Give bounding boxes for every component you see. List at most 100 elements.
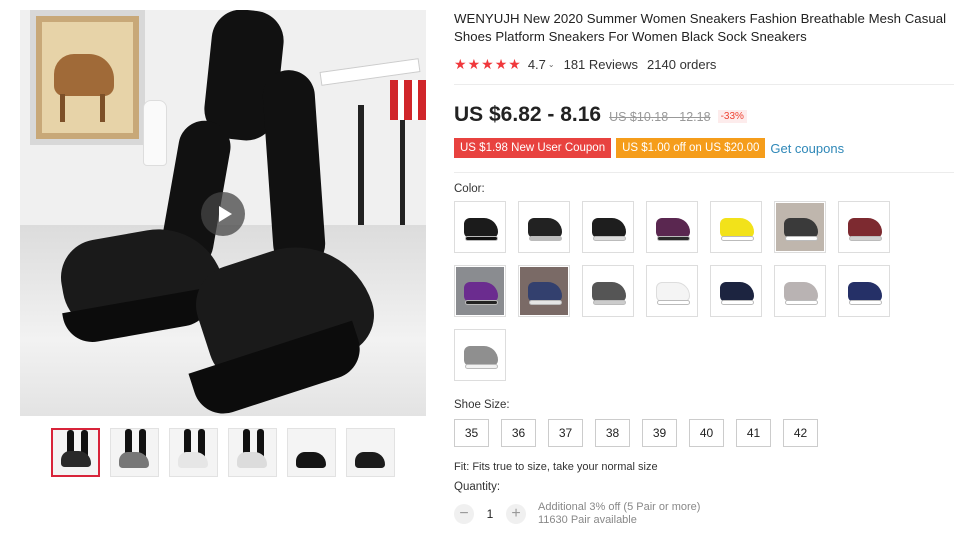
color-swatch-photo-gray[interactable] bbox=[774, 201, 826, 253]
bulk-offer: Additional 3% off (5 Pair or more) bbox=[538, 501, 701, 513]
new-user-coupon[interactable]: US $1.98 New User Coupon bbox=[454, 138, 612, 158]
size-option-41[interactable]: 41 bbox=[736, 419, 771, 447]
size-option-42[interactable]: 42 bbox=[783, 419, 818, 447]
fit-note: Fit: Fits true to size, take your normal… bbox=[454, 461, 658, 473]
vase bbox=[143, 100, 167, 166]
stock-available: 11630 Pair available bbox=[538, 514, 637, 526]
star-icon: ★ bbox=[454, 56, 467, 72]
color-swatch-wine-red[interactable] bbox=[838, 201, 890, 253]
deer-painting bbox=[30, 10, 145, 145]
coupon-row: US $1.98 New User Coupon US $1.00 off on… bbox=[454, 138, 954, 158]
price-row: US $6.82 - 8.16 US $10.18 - 12.18 -33% bbox=[454, 103, 954, 127]
swatch-sole bbox=[785, 300, 818, 305]
product-title: WENYUJH New 2020 Summer Women Sneakers F… bbox=[454, 11, 947, 44]
gallery-thumbnail[interactable] bbox=[169, 428, 218, 477]
swatch-sole bbox=[657, 300, 690, 305]
gallery-thumbnail[interactable] bbox=[228, 428, 277, 477]
thumbnail-shoe bbox=[355, 452, 385, 468]
color-swatch-navy[interactable] bbox=[710, 265, 762, 317]
color-swatch-purple[interactable] bbox=[646, 201, 698, 253]
quantity-label: Quantity: bbox=[454, 481, 501, 493]
color-swatch-photo-purple[interactable] bbox=[454, 265, 506, 317]
quantity-notes: Additional 3% off (5 Pair or more) 11630… bbox=[538, 501, 700, 527]
star-icon: ★ bbox=[481, 56, 494, 72]
swatch-shoe bbox=[528, 218, 562, 238]
current-price: US $6.82 - 8.16 bbox=[454, 103, 602, 126]
color-swatch-white[interactable] bbox=[646, 265, 698, 317]
orders-count: 2140 orders bbox=[647, 56, 717, 72]
get-coupons-link[interactable]: Get coupons bbox=[770, 141, 844, 156]
swatch-sole bbox=[465, 236, 498, 241]
size-option-40[interactable]: 40 bbox=[689, 419, 724, 447]
chair-leg bbox=[358, 105, 364, 225]
swatch-sole bbox=[721, 300, 754, 305]
swatch-shoe bbox=[464, 282, 498, 302]
reviews-link[interactable]: 181 Reviews bbox=[564, 57, 638, 72]
main-product-image[interactable] bbox=[20, 10, 426, 416]
original-price: US $10.18 - 12.18 bbox=[609, 110, 711, 124]
product-info: WENYUJH New 2020 Summer Women Sneakers F… bbox=[454, 10, 954, 527]
color-swatch-black-2[interactable] bbox=[518, 201, 570, 253]
color-swatch-black-3[interactable] bbox=[582, 201, 634, 253]
size-label: Shoe Size: bbox=[454, 399, 510, 411]
swatch-sole bbox=[657, 236, 690, 241]
gallery-thumbnail[interactable] bbox=[51, 428, 100, 477]
swatch-shoe bbox=[720, 218, 754, 238]
color-swatch-light-gray[interactable] bbox=[774, 265, 826, 317]
color-swatch-gray[interactable] bbox=[454, 329, 506, 381]
color-swatch-yellow[interactable] bbox=[710, 201, 762, 253]
rating-row: ★ ★ ★ ★ ★ 4.7 ⌄ 181 Reviews 2140 orders bbox=[454, 56, 954, 72]
color-swatch-dark-blue[interactable] bbox=[838, 265, 890, 317]
store-coupon[interactable]: US $1.00 off on US $20.00 bbox=[616, 138, 766, 158]
star-rating[interactable]: ★ ★ ★ ★ ★ bbox=[454, 57, 521, 71]
swatch-shoe bbox=[528, 282, 562, 302]
star-icon: ★ bbox=[467, 56, 481, 72]
size-option-35[interactable]: 35 bbox=[454, 419, 489, 447]
swatch-sole bbox=[593, 300, 626, 305]
gallery-thumbnail[interactable] bbox=[346, 428, 395, 477]
quantity-decrease-button[interactable]: − bbox=[454, 504, 474, 524]
swatch-shoe bbox=[656, 218, 690, 238]
size-option-39[interactable]: 39 bbox=[642, 419, 677, 447]
swatch-shoe bbox=[592, 282, 626, 302]
discount-badge: -33% bbox=[717, 110, 747, 123]
swatch-shoe bbox=[464, 218, 498, 238]
thumbnail-strip bbox=[51, 428, 428, 477]
swatch-sole bbox=[849, 236, 882, 241]
swatch-shoe bbox=[848, 218, 882, 238]
color-swatch-black-1[interactable] bbox=[454, 201, 506, 253]
swatch-shoe bbox=[464, 346, 498, 366]
swatch-shoe bbox=[592, 218, 626, 238]
gallery-thumbnail[interactable] bbox=[287, 428, 336, 477]
product-gallery bbox=[20, 10, 428, 477]
swatch-sole bbox=[529, 300, 562, 305]
color-label: Color: bbox=[454, 183, 485, 195]
color-options bbox=[454, 201, 894, 381]
swatch-shoe bbox=[784, 282, 818, 302]
thumbnail-shoe bbox=[296, 452, 326, 468]
swatch-shoe bbox=[848, 282, 882, 302]
play-video-button[interactable] bbox=[201, 192, 245, 236]
swatch-sole bbox=[529, 236, 562, 241]
swatch-shoe bbox=[784, 218, 818, 238]
chair-leg bbox=[400, 110, 405, 230]
quantity-increase-button[interactable]: + bbox=[506, 504, 526, 524]
quantity-value[interactable]: 1 bbox=[474, 507, 506, 521]
swatch-shoe bbox=[720, 282, 754, 302]
color-swatch-photo-blue[interactable] bbox=[518, 265, 570, 317]
quantity-stepper: − 1 + Additional 3% off (5 Pair or more)… bbox=[454, 501, 954, 527]
size-option-36[interactable]: 36 bbox=[501, 419, 536, 447]
divider bbox=[454, 172, 954, 173]
deer-figure bbox=[54, 54, 114, 96]
size-option-38[interactable]: 38 bbox=[595, 419, 630, 447]
chevron-down-icon[interactable]: ⌄ bbox=[548, 60, 555, 69]
divider bbox=[454, 84, 954, 85]
thumbnail-shoe bbox=[237, 452, 267, 468]
color-swatch-gray-black[interactable] bbox=[582, 265, 634, 317]
swatch-sole bbox=[721, 236, 754, 241]
thumbnail-shoe bbox=[119, 452, 149, 468]
gallery-thumbnail[interactable] bbox=[110, 428, 159, 477]
thumbnail-shoe bbox=[178, 452, 208, 468]
size-option-37[interactable]: 37 bbox=[548, 419, 583, 447]
rating-value[interactable]: 4.7 bbox=[528, 57, 546, 72]
